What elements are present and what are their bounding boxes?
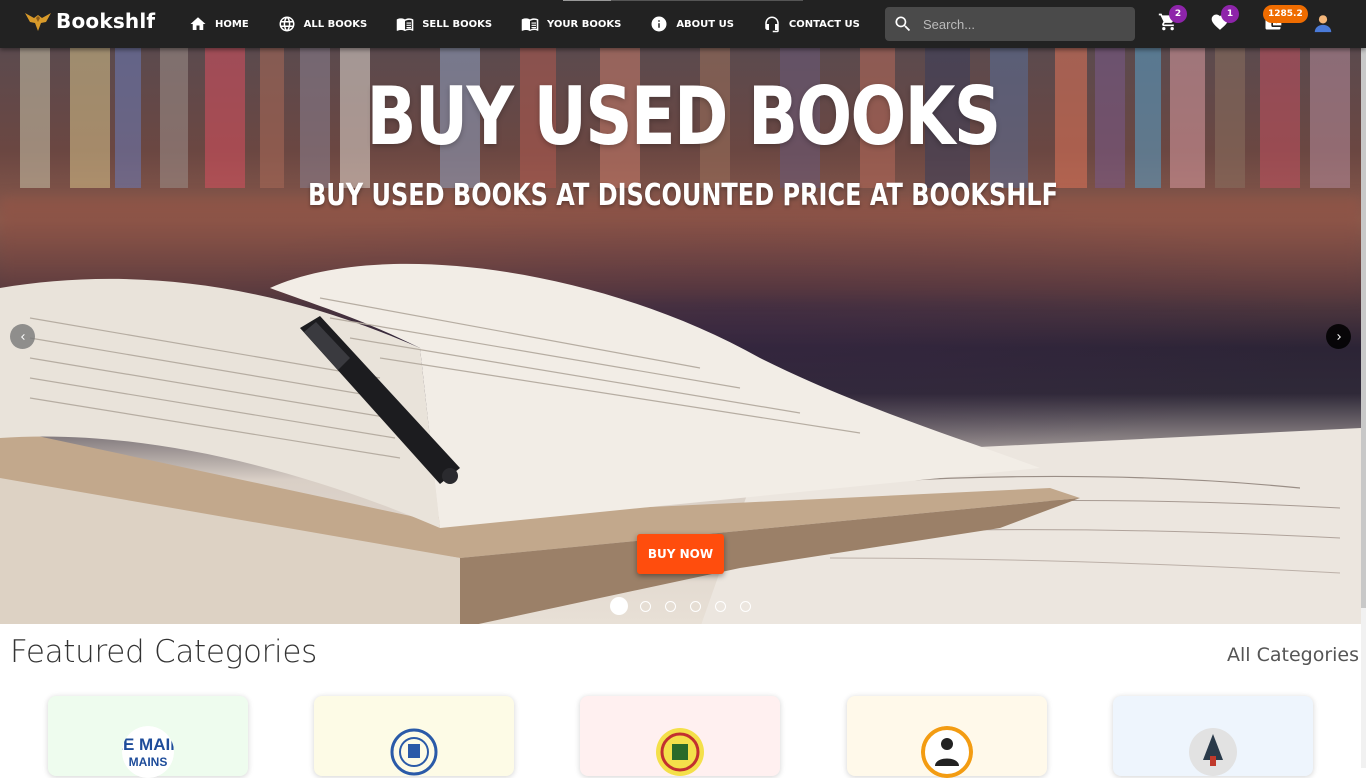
- hero-title: BUY USED BOOKS: [366, 70, 1002, 163]
- cart-count-badge: 2: [1169, 5, 1187, 23]
- search-icon: [895, 16, 911, 32]
- jee-mains-logo: JEE MAINS MAINS: [122, 726, 174, 778]
- nav-label: SELL BOOKS: [422, 18, 493, 30]
- category-card-iit[interactable]: [314, 696, 514, 776]
- buy-now-button[interactable]: BUY NOW: [637, 534, 724, 574]
- book-open-icon: [396, 18, 414, 32]
- cart-button[interactable]: 2: [1158, 5, 1187, 34]
- nav-about-us[interactable]: ABOUT US: [650, 15, 734, 33]
- top-navbar: Bookshlf HOME ALL BOOKS SELL BOOKS YOUR …: [0, 0, 1366, 48]
- carousel-dot[interactable]: [665, 600, 676, 612]
- carousel-prev-button[interactable]: [10, 324, 35, 349]
- carousel-dot[interactable]: [715, 600, 726, 612]
- nav-label: CONTACT US: [788, 18, 860, 30]
- wishlist-button[interactable]: 1: [1210, 5, 1239, 34]
- chevron-right-icon: [1336, 333, 1341, 340]
- main-nav: HOME ALL BOOKS SELL BOOKS YOUR BOOKS ABO…: [189, 0, 860, 48]
- carousel-dot[interactable]: [640, 600, 651, 612]
- user-avatar-icon: [1314, 15, 1332, 33]
- carousel-dot[interactable]: [690, 600, 701, 612]
- carousel-next-button[interactable]: [1326, 324, 1351, 349]
- nav-label: ALL BOOKS: [303, 18, 368, 30]
- neet-logo-icon: [921, 726, 973, 778]
- nav-sell-books[interactable]: SELL BOOKS: [396, 15, 492, 33]
- wishlist-count-badge: 1: [1221, 5, 1239, 23]
- globe-icon: [279, 16, 295, 32]
- category-card-cbse[interactable]: [580, 696, 780, 776]
- nav-label: HOME: [215, 18, 249, 30]
- carousel-dot[interactable]: [610, 597, 628, 615]
- nav-home[interactable]: HOME: [189, 15, 249, 33]
- brand-logo-link[interactable]: Bookshlf: [24, 9, 155, 33]
- search-box: [885, 7, 1135, 41]
- book-open-icon: [521, 18, 539, 32]
- state-emblem-icon: [1189, 728, 1237, 776]
- nav-label: ABOUT US: [676, 18, 734, 30]
- eagle-logo-icon: [25, 13, 51, 31]
- account-button[interactable]: [1312, 12, 1334, 34]
- brand-name: Bookshlf: [56, 9, 156, 33]
- nav-all-books[interactable]: ALL BOOKS: [278, 15, 368, 33]
- info-icon: [651, 16, 667, 32]
- all-categories-link[interactable]: All Categories: [1227, 644, 1359, 666]
- jee-logo-text: JEE MAINS: [122, 735, 174, 754]
- carousel-dot[interactable]: [740, 600, 751, 612]
- category-card-jee-mains[interactable]: JEE MAINS MAINS: [48, 696, 248, 778]
- carousel-indicators: [610, 597, 765, 615]
- nav-your-books[interactable]: YOUR BOOKS: [521, 15, 621, 33]
- iit-emblem-icon: [390, 728, 438, 776]
- wallet-balance-badge: 1285.2: [1263, 5, 1308, 23]
- nav-contact-us[interactable]: CONTACT US: [763, 15, 860, 33]
- wallet-button[interactable]: 1285.2: [1263, 5, 1308, 34]
- svg-text:MAINS: MAINS: [129, 755, 168, 769]
- home-icon: [190, 17, 206, 30]
- featured-categories-heading: Featured Categories: [10, 634, 317, 670]
- scrollbar-thumb[interactable]: [1361, 48, 1366, 608]
- category-card-state-board[interactable]: [1113, 696, 1313, 776]
- hero-carousel: BUY USED BOOKS BUY USED BOOKS AT DISCOUN…: [0, 48, 1361, 624]
- hero-subtitle: BUY USED BOOKS AT DISCOUNTED PRICE AT BO…: [307, 178, 1059, 213]
- page-scrollbar[interactable]: [1361, 48, 1366, 768]
- chevron-left-icon: [20, 333, 25, 340]
- headset-icon: [765, 16, 779, 33]
- nav-label: YOUR BOOKS: [547, 18, 622, 30]
- category-card-neet[interactable]: [847, 696, 1047, 778]
- search-input[interactable]: [923, 16, 1123, 32]
- cbse-emblem-icon: [656, 728, 704, 776]
